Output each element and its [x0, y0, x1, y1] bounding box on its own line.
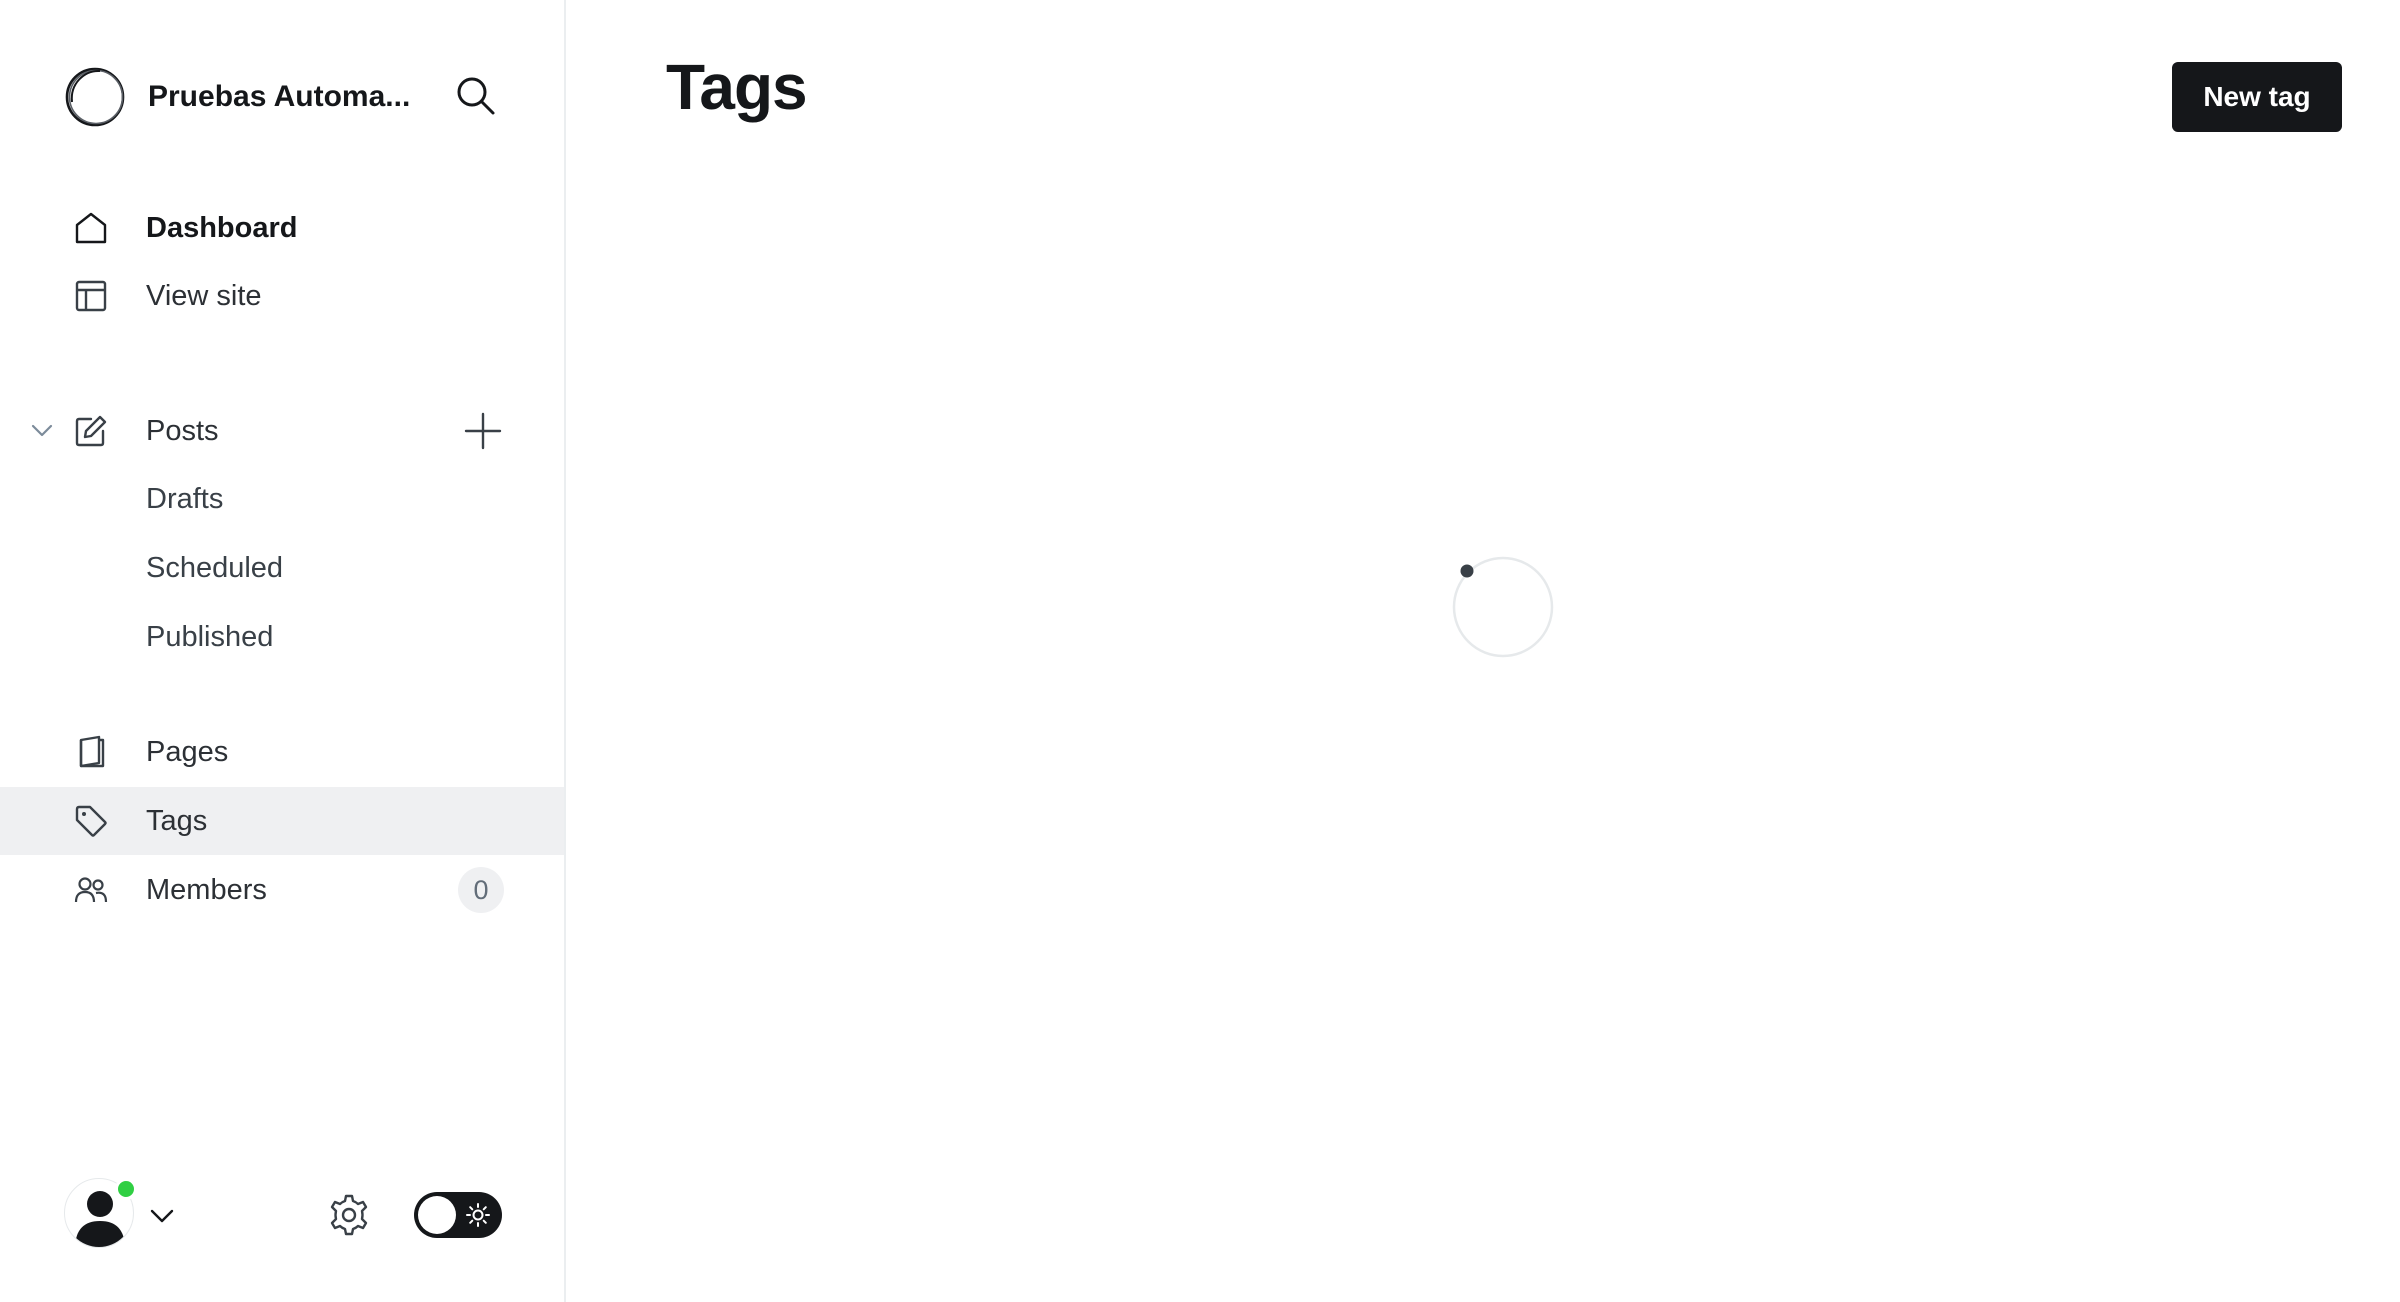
user-menu-toggle[interactable]: [148, 1202, 176, 1230]
user-menu-avatar[interactable]: [64, 1178, 137, 1250]
search-icon: [457, 77, 495, 115]
sidebar-item-label: Published: [146, 620, 274, 653]
sidebar: Pruebas Automa... Dashboard View site Po…: [0, 0, 566, 1302]
toggle-knob: [418, 1196, 456, 1234]
sun-icon: [466, 1203, 490, 1227]
tag-icon: [74, 804, 108, 838]
app-root: Pruebas Automa... Dashboard View site Po…: [0, 0, 2400, 1302]
sidebar-item-published[interactable]: Published: [0, 606, 564, 668]
page-title: Tags: [666, 51, 808, 123]
sidebar-item-view-site[interactable]: View site: [0, 262, 564, 330]
site-brand[interactable]: Pruebas Automa...: [64, 64, 514, 130]
site-logo-icon: [65, 67, 125, 127]
site-title: Pruebas Automa...: [148, 80, 411, 113]
page-icon: [74, 735, 108, 769]
sidebar-item-label: Pages: [146, 735, 229, 768]
sidebar-item-drafts[interactable]: Drafts: [0, 468, 564, 530]
sidebar-item-pages[interactable]: Pages: [0, 718, 564, 786]
sidebar-item-scheduled[interactable]: Scheduled: [0, 537, 564, 599]
settings-button[interactable]: [326, 1192, 372, 1238]
gear-icon: [330, 1194, 368, 1236]
theme-toggle[interactable]: [414, 1192, 502, 1238]
sidebar-item-posts[interactable]: Posts: [0, 397, 440, 465]
members-count-badge: 0: [458, 867, 504, 913]
sidebar-item-label: Posts: [146, 414, 219, 447]
chevron-down-icon: [150, 1209, 174, 1223]
sidebar-item-members[interactable]: Members 0: [0, 856, 564, 924]
edit-icon: [74, 414, 108, 448]
home-icon: [74, 211, 108, 245]
sidebar-item-label: Dashboard: [146, 211, 298, 244]
sidebar-item-label: Scheduled: [146, 551, 284, 584]
sidebar-item-dashboard[interactable]: Dashboard: [0, 194, 564, 262]
sidebar-item-label: Drafts: [146, 482, 224, 515]
new-tag-button[interactable]: New tag: [2172, 62, 2342, 132]
members-icon: [74, 873, 108, 907]
online-status-dot: [115, 1178, 137, 1200]
new-post-button[interactable]: [462, 410, 504, 452]
layout-icon: [74, 279, 108, 313]
plus-icon: [464, 412, 502, 450]
sidebar-item-label: Members: [146, 873, 267, 906]
loading-spinner: [1452, 556, 1554, 658]
search-button[interactable]: [454, 74, 498, 118]
sidebar-item-tags[interactable]: Tags: [0, 787, 564, 855]
sidebar-item-label: Tags: [146, 804, 208, 837]
sidebar-item-label: View site: [146, 279, 262, 312]
